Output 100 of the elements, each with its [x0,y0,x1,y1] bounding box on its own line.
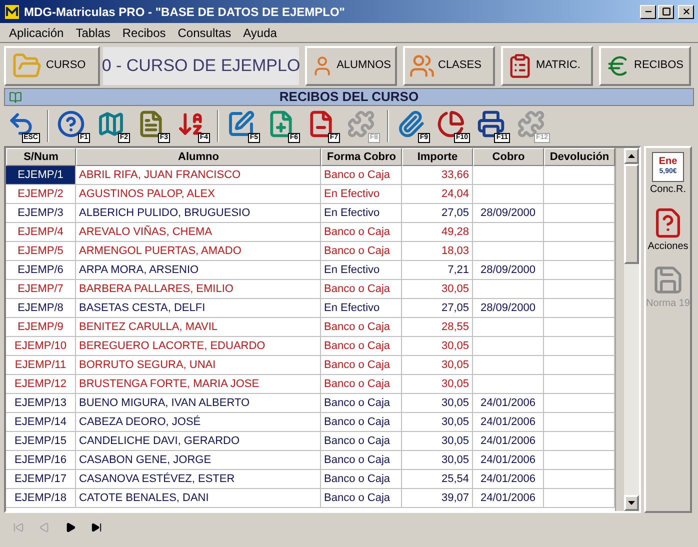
table-row[interactable]: EJEMP/13 BUENO MIGURA, IVAN ALBERTO Banco o Caja 30,05 24/01/2006 [6,394,615,413]
table-cell-text: 24/01/2006 [480,396,536,411]
table-row[interactable]: EJEMP/14 CABEZA DEORO, JOSÉ Banco o Caja 30,05 24/01/2006 [6,413,615,432]
column-header[interactable]: Importe [402,148,473,166]
table-cell-text: 25,54 [441,472,469,487]
table-row[interactable]: EJEMP/2 AGUSTINOS PALOP, ALEX En Efectivo 24,04 [6,185,615,204]
module-button[interactable]: CLASES [403,46,495,86]
table-row[interactable]: EJEMP/10 BEREGUERO LACORTE, EDUARDO Banco o Caja 30,05 [6,337,615,356]
table-cell-text: 27,05 [441,300,469,316]
table-cell-text: BARBERA PALLARES, EMILIO [79,282,234,297]
table-cell-text: EJEMP/2 [18,186,64,202]
maximize-button[interactable] [658,4,674,18]
menu-item[interactable]: Tablas [70,24,116,42]
table-cell-text: Banco o Caja [324,358,390,373]
table-cell-text: Banco o Caja [324,396,390,411]
table-cell-text: BEREGUERO LACORTE, EDUARDO [79,338,266,354]
table-row[interactable]: EJEMP/11 BORRUTO SEGURA, UNAI Banco o Caja 30,05 [6,356,615,375]
table-row[interactable]: EJEMP/16 CASABON GENE, JORGE Banco o Caja 30,05 24/01/2006 [6,451,615,470]
table-cell-text: EJEMP/17 [14,472,66,487]
window-title: MDG-Matriculas PRO - "BASE DE DATOS DE EJEMPLO" [24,4,345,20]
previous-record-icon [38,522,50,532]
minimize-button[interactable] [640,4,656,18]
next-record-icon [64,522,76,532]
table-row[interactable]: EJEMP/9 BENITEZ CARULLA, MAVIL Banco o Caja 28,55 [6,318,615,337]
table-cell-text: Banco o Caja [324,168,390,183]
table-cell-text: Banco o Caja [324,338,390,354]
table-cell-text: EJEMP/7 [18,282,64,297]
table-row[interactable]: EJEMP/5 ARMENGOL PUERTAS, AMADO Banco o Caja 18,03 [6,242,615,261]
table-row[interactable]: EJEMP/3 ALBERICH PULIDO, BRUGUESIO En Efectivo 27,05 28/09/2000 [6,204,615,223]
table-cell-text: Banco o Caja [324,282,390,297]
table-cell-text: En Efectivo [324,300,380,316]
module-button[interactable]: ALUMNOS [305,46,397,86]
table-cell-text: EJEMP/3 [18,206,64,221]
table-cell-text: ABRIL RIFA, JUAN FRANCISCO [79,168,241,183]
table-cell-text: ALBERICH PULIDO, BRUGUESIO [79,206,250,221]
table-cell-text: Banco o Caja [324,472,390,487]
table-cell-text: 24/01/2006 [480,452,536,468]
menu-item[interactable]: Ayuda [237,24,283,42]
table-cell-text: EJEMP/13 [14,396,66,411]
module-button[interactable]: RECIBOS [599,46,691,86]
table-cell-text: EJEMP/16 [14,452,66,468]
table-row[interactable]: EJEMP/1 ABRIL RIFA, JUAN FRANCISCO Banco o Caja 33,66 [6,166,615,185]
table-row[interactable]: EJEMP/6 ARPA MORA, ARSENIO En Efectivo 7,21 28/09/2000 [6,261,615,280]
table-cell-text: EJEMP/8 [18,300,64,316]
table-cell-text: EJEMP/4 [18,224,64,240]
table-cell-text: 24/01/2006 [480,434,536,449]
table-cell-text: EJEMP/6 [18,262,64,278]
column-header[interactable]: Forma Cobro [321,148,402,166]
close-button[interactable] [678,4,694,18]
table-cell-text: 7,21 [448,262,469,278]
table-cell-text: ARPA MORA, ARSENIO [79,262,199,278]
module-button[interactable]: MATRIC. [501,46,593,86]
column-header[interactable]: Devolución [544,148,615,166]
table-cell-text: BUENO MIGURA, IVAN ALBERTO [79,396,250,411]
table-cell-text: En Efectivo [324,262,380,278]
menu-item[interactable]: Aplicación [3,24,70,42]
table-cell-text: CANDELICHE DAVI, GERARDO [79,434,240,449]
table-cell-text: Banco o Caja [324,434,390,449]
table-cell-text: Banco o Caja [324,452,390,468]
table-cell-text: EJEMP/18 [14,490,66,506]
table-row[interactable]: EJEMP/15 CANDELICHE DAVI, GERARDO Banco o Caja 30,05 24/01/2006 [6,432,615,451]
side-action-button[interactable]: Acciones [648,207,688,254]
table-cell-text: EJEMP/14 [14,414,66,430]
table-cell-text: CATOTE BENALES, DANI [79,490,209,506]
table-cell-text: 18,03 [441,244,469,259]
up-arrow-icon [628,154,635,158]
scrollbar[interactable] [624,148,639,511]
table-cell-text: EJEMP/9 [18,320,64,335]
table-row[interactable]: EJEMP/4 AREVALO VIÑAS, CHEMA Banco o Caja 49,28 [6,223,615,242]
table-cell-text: EJEMP/5 [18,244,64,259]
table-row[interactable]: EJEMP/18 CATOTE BENALES, DANI Banco o Caja 39,07 24/01/2006 [6,489,615,508]
menu-item[interactable]: Recibos [116,24,172,42]
table-cell-text: 24,04 [441,186,469,202]
table-cell-text: 33,66 [441,168,469,183]
table-cell-text: 49,28 [441,224,469,240]
course-button[interactable]: CURSO [4,46,100,86]
column-header[interactable]: Cobro [473,148,544,166]
table-cell-text: CABEZA DEORO, JOSÉ [79,414,201,430]
app-logo-icon [4,4,20,20]
table-cell-text: 30,05 [441,338,469,354]
table-row[interactable]: EJEMP/7 BARBERA PALLARES, EMILIO Banco o Caja 30,05 [6,280,615,299]
table-cell-text: 39,07 [441,490,469,506]
maximize-icon [662,7,670,16]
table-cell-text: CASABON GENE, JORGE [79,452,212,468]
table-cell-text: 24/01/2006 [480,414,536,430]
book-icon [9,90,22,104]
table-cell-text: Banco o Caja [324,490,390,506]
course-name-field: 0 - CURSO DE EJEMPLO [103,46,299,84]
table-row[interactable]: EJEMP/12 BRUSTENGA FORTE, MARIA JOSE Banco o Caja 30,05 [6,375,615,394]
first-record-icon [12,522,24,532]
table-cell-text: 24/01/2006 [480,490,536,506]
table-row[interactable]: EJEMP/17 CASANOVA ESTÉVEZ, ESTER Banco o Caja 25,54 24/01/2006 [6,470,615,489]
table-cell-text: 27,05 [441,206,469,221]
table-cell-text: EJEMP/11 [14,358,66,373]
column-header[interactable]: Alumno [76,148,321,166]
table-cell-text: BENITEZ CARULLA, MAVIL [79,320,218,335]
table-cell-text: En Efectivo [324,186,380,202]
table-row[interactable]: EJEMP/8 BASETAS CESTA, DELFI En Efectivo 27,05 28/09/2000 [6,299,615,318]
menu-item[interactable]: Consultas [172,24,238,42]
column-header[interactable]: S/Num [6,148,76,166]
